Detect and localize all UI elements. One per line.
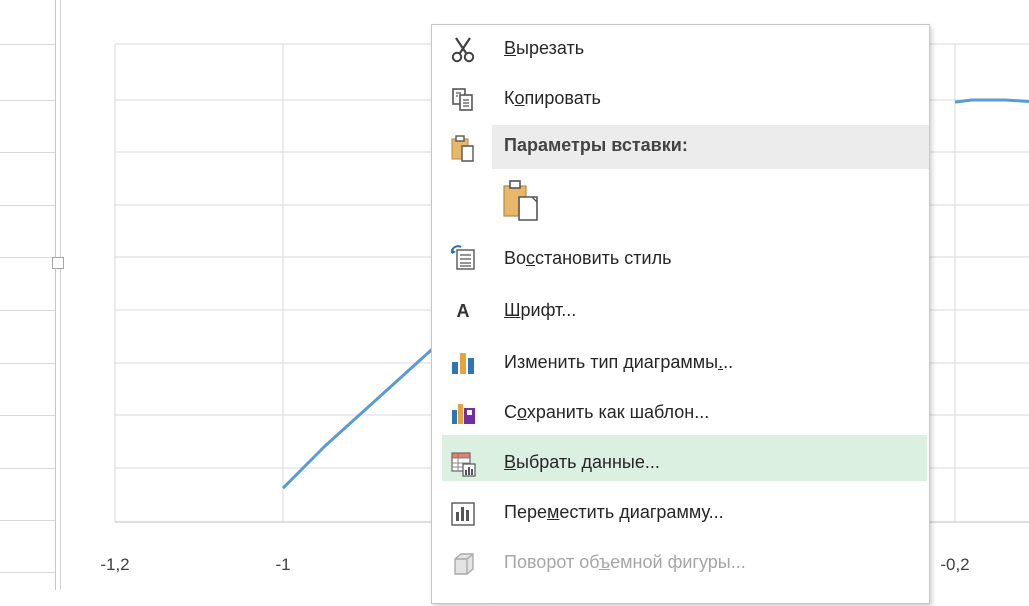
- menu-item-change-chart-type[interactable]: Изменить тип диаграммы...: [432, 341, 929, 383]
- menu-item-font[interactable]: Шрифт...: [432, 289, 929, 331]
- menu-label-accesskey: В: [504, 451, 517, 472]
- menu-item-copy[interactable]: Копировать: [432, 77, 929, 119]
- menu-label-text: ырезать: [516, 37, 585, 58]
- context-menu[interactable]: Параметры вставки: A Вырезать Копировать…: [431, 24, 930, 606]
- menu-label-text: Поворот об: [504, 551, 599, 572]
- menu-label-text: емной фигуры...: [610, 551, 746, 572]
- menu-item-label: Изменить тип диаграммы...: [504, 352, 733, 373]
- menu-label-text: К: [504, 87, 515, 108]
- menu-item-label: Восстановить стиль: [504, 248, 671, 269]
- menu-label-accesskey: с: [526, 247, 536, 268]
- menu-label-text: пировать: [524, 87, 601, 108]
- menu-label-accesskey: о: [517, 401, 527, 422]
- x-tick-label: -0,2: [940, 555, 969, 574]
- menu-label-text: ..: [723, 351, 734, 372]
- menu-label-text: рифт...: [520, 299, 577, 320]
- menu-item-select-data[interactable]: Выбрать данные...: [432, 441, 929, 483]
- menu-label-text: С: [504, 401, 517, 422]
- menu-item-reset-style[interactable]: Восстановить стиль: [432, 237, 929, 279]
- menu-label-accesskey: ъ: [598, 551, 611, 572]
- menu-item-label: Поворот объемной фигуры...: [504, 552, 746, 573]
- menu-label-accesskey: м: [546, 501, 560, 522]
- menu-label-text: естить диаграмму...: [559, 501, 724, 522]
- paste-header-icon: [448, 133, 478, 163]
- menu-item-label: Переместить диаграмму...: [504, 502, 724, 523]
- x-tick-label: -1,2: [100, 555, 129, 574]
- menu-item-save-template[interactable]: Сохранить как шаблон...: [432, 391, 929, 433]
- menu-label-text: становить стиль: [535, 247, 672, 268]
- menu-label-accesskey: о: [514, 87, 525, 108]
- menu-label-text: Пере: [504, 501, 547, 522]
- menu-item-label: Сохранить как шаблон...: [504, 402, 709, 423]
- menu-item-cut[interactable]: Вырезать: [432, 27, 929, 69]
- paste-options-label: Параметры вставки:: [504, 135, 688, 155]
- menu-label-accesskey: Ш: [504, 299, 521, 320]
- paste-icon[interactable]: [498, 177, 544, 223]
- menu-item-move-chart[interactable]: Переместить диаграмму...: [432, 491, 929, 533]
- menu-label-text: Во: [504, 247, 527, 268]
- menu-item-label: Шрифт...: [504, 300, 576, 321]
- menu-label-text: хранить как шаблон...: [526, 401, 710, 422]
- x-tick-label: -1: [275, 555, 290, 574]
- menu-item-label: Вырезать: [504, 38, 584, 59]
- menu-label-text: ыбрать данные...: [516, 451, 660, 472]
- menu-label-text: Изменить тип диаграммы: [504, 351, 719, 372]
- menu-item-label: Копировать: [504, 88, 601, 109]
- menu-item-3d-rotation: Поворот объемной фигуры...: [432, 541, 929, 583]
- series-line-1-segment-2[interactable]: [954, 98, 1029, 104]
- menu-item-label: Выбрать данные...: [504, 452, 660, 473]
- menu-label-accesskey: В: [504, 37, 517, 58]
